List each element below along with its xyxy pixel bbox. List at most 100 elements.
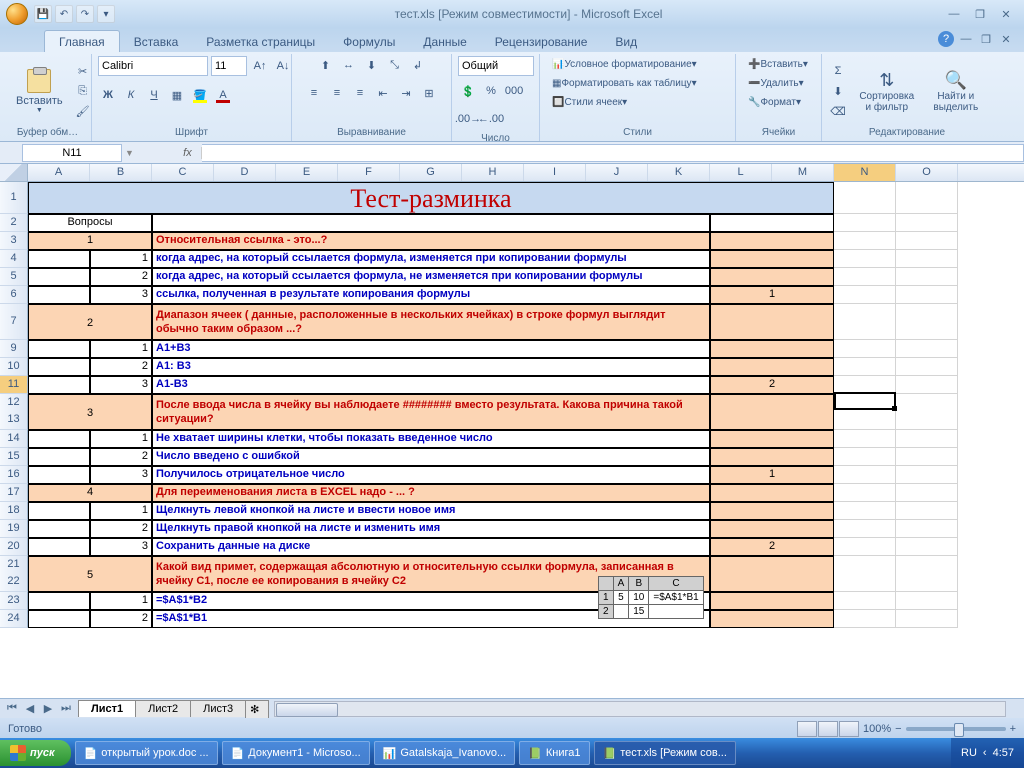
- zoom-out-button[interactable]: −: [895, 723, 901, 735]
- cell[interactable]: 1: [90, 340, 152, 358]
- cell[interactable]: [834, 376, 896, 394]
- cell[interactable]: [896, 466, 958, 484]
- cell[interactable]: После ввода числа в ячейку вы наблюдаете…: [152, 394, 710, 430]
- doc-restore-button[interactable]: ❐: [978, 31, 994, 47]
- sheet-prev-icon[interactable]: ◀: [22, 702, 38, 715]
- cell[interactable]: Относительная ссылка - это...?: [152, 232, 710, 250]
- minimize-button[interactable]: —: [942, 5, 966, 23]
- cell[interactable]: [28, 466, 90, 484]
- sheet-tab[interactable]: Лист1: [78, 700, 136, 717]
- cell[interactable]: 2: [90, 520, 152, 538]
- cell[interactable]: Число введено с ошибкой: [152, 448, 710, 466]
- row-header[interactable]: 3: [0, 232, 28, 250]
- cell[interactable]: [834, 448, 896, 466]
- cell[interactable]: [896, 340, 958, 358]
- cell[interactable]: Диапазон ячеек ( данные, расположенные в…: [152, 304, 710, 340]
- cell[interactable]: [710, 250, 834, 268]
- cell[interactable]: [896, 520, 958, 538]
- cell[interactable]: [834, 538, 896, 556]
- view-layout-icon[interactable]: [818, 721, 838, 737]
- zoom-level[interactable]: 100%: [863, 723, 891, 735]
- clear-icon[interactable]: ⌫: [828, 102, 848, 120]
- tab-review[interactable]: Рецензирование: [481, 31, 602, 52]
- cell[interactable]: [834, 484, 896, 502]
- row-header[interactable]: 11: [0, 376, 28, 394]
- horizontal-scrollbar[interactable]: [274, 701, 1006, 717]
- col-header[interactable]: N: [834, 164, 896, 181]
- cell[interactable]: [896, 268, 958, 286]
- col-header[interactable]: A: [28, 164, 90, 181]
- col-header[interactable]: O: [896, 164, 958, 181]
- cell[interactable]: [834, 340, 896, 358]
- new-sheet-button[interactable]: ✻: [245, 700, 269, 718]
- cell[interactable]: когда адрес, на который ссылается формул…: [152, 250, 710, 268]
- cell[interactable]: [710, 592, 834, 610]
- cell[interactable]: Щелкнуть правой кнопкой на листе и измен…: [152, 520, 710, 538]
- formula-input[interactable]: [202, 144, 1024, 162]
- cell[interactable]: ссылка, полученная в результате копирова…: [152, 286, 710, 304]
- delete-cells-button[interactable]: ➖ Удалить ▾: [742, 75, 810, 92]
- cell[interactable]: Щелкнуть левой кнопкой на листе и ввести…: [152, 502, 710, 520]
- cell[interactable]: 3: [90, 538, 152, 556]
- cell[interactable]: [896, 214, 958, 232]
- cell[interactable]: [834, 214, 896, 232]
- cell[interactable]: [896, 610, 958, 628]
- col-header[interactable]: L: [710, 164, 772, 181]
- cell[interactable]: [28, 502, 90, 520]
- row-header[interactable]: 5: [0, 268, 28, 286]
- cell[interactable]: [834, 520, 896, 538]
- dec-decimal-icon[interactable]: ←.00: [481, 110, 501, 128]
- orientation-icon[interactable]: ⤡: [385, 56, 405, 74]
- cell[interactable]: [28, 286, 90, 304]
- cell[interactable]: 2: [90, 448, 152, 466]
- cell[interactable]: [896, 250, 958, 268]
- cell[interactable]: 2: [90, 268, 152, 286]
- format-cells-button[interactable]: 🔧 Формат ▾: [742, 94, 807, 111]
- cell[interactable]: [28, 448, 90, 466]
- cell[interactable]: [28, 520, 90, 538]
- row-header[interactable]: 17: [0, 484, 28, 502]
- cell[interactable]: [834, 610, 896, 628]
- row-header[interactable]: 14: [0, 430, 28, 448]
- cell[interactable]: A1: B3: [152, 358, 710, 376]
- cell[interactable]: [834, 286, 896, 304]
- indent-inc-icon[interactable]: ⇥: [396, 84, 416, 102]
- align-left-icon[interactable]: ≡: [304, 84, 324, 102]
- spreadsheet-grid[interactable]: A B C D E F G H I J K L M N O 1 Тест-раз…: [0, 164, 1024, 718]
- lang-indicator[interactable]: RU: [961, 747, 977, 759]
- align-top-icon[interactable]: ⬆: [316, 56, 336, 74]
- cell[interactable]: 1: [90, 592, 152, 610]
- cell[interactable]: [896, 592, 958, 610]
- cell[interactable]: [710, 448, 834, 466]
- cell[interactable]: [896, 430, 958, 448]
- row-header[interactable]: 20: [0, 538, 28, 556]
- cell[interactable]: [710, 232, 834, 250]
- undo-icon[interactable]: ↶: [55, 5, 73, 23]
- tab-data[interactable]: Данные: [409, 31, 480, 52]
- cell[interactable]: A1+B3: [152, 340, 710, 358]
- row-header[interactable]: 18: [0, 502, 28, 520]
- font-name-select[interactable]: [98, 56, 208, 76]
- sheet-tab[interactable]: Лист2: [135, 700, 191, 717]
- align-bottom-icon[interactable]: ⬇: [362, 56, 382, 74]
- clock[interactable]: 4:57: [993, 747, 1014, 759]
- cell[interactable]: 2: [90, 610, 152, 628]
- cell[interactable]: [710, 394, 834, 430]
- fx-button[interactable]: fx: [174, 147, 202, 159]
- cell[interactable]: [710, 502, 834, 520]
- italic-button[interactable]: К: [121, 86, 141, 104]
- view-normal-icon[interactable]: [797, 721, 817, 737]
- cell[interactable]: [710, 484, 834, 502]
- insert-cells-button[interactable]: ➕ Вставить ▾: [742, 56, 814, 73]
- cell[interactable]: [28, 268, 90, 286]
- cell[interactable]: 2: [90, 358, 152, 376]
- sheet-first-icon[interactable]: ⏮: [4, 702, 20, 715]
- col-header[interactable]: K: [648, 164, 710, 181]
- cell[interactable]: [28, 340, 90, 358]
- sort-filter-button[interactable]: ⇅ Сортировка и фильтр: [852, 58, 922, 124]
- percent-icon[interactable]: %: [481, 82, 501, 100]
- cell[interactable]: [710, 556, 834, 592]
- cell[interactable]: 3: [28, 394, 152, 430]
- cell[interactable]: [834, 556, 896, 592]
- row-header[interactable]: 6: [0, 286, 28, 304]
